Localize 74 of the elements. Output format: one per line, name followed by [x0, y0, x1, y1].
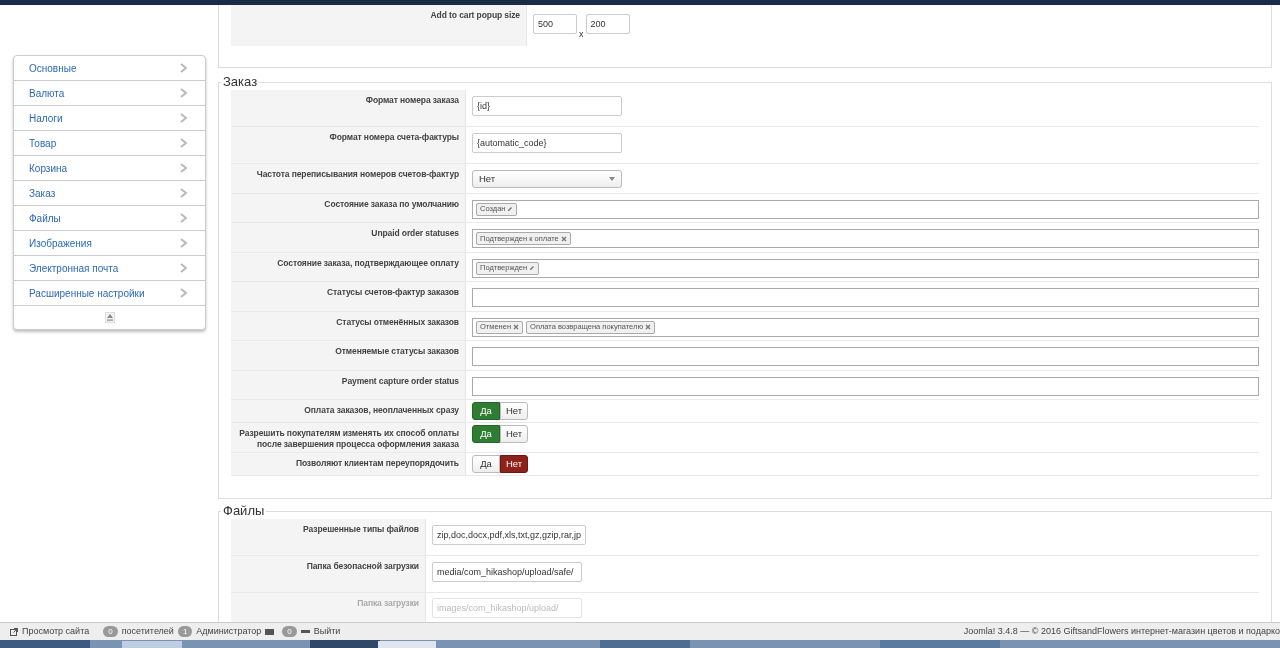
sidebar-item[interactable]: Товар	[14, 131, 205, 156]
chevron-icon	[180, 263, 187, 273]
toggle-option[interactable]: Да	[472, 402, 500, 420]
tag-field[interactable]	[472, 376, 1259, 396]
sidebar-item[interactable]: Валюта	[14, 81, 205, 106]
text-field[interactable]: {id}	[472, 96, 622, 116]
toggle-option[interactable]: Да	[472, 425, 500, 443]
dropdown[interactable]: Нет	[472, 170, 622, 188]
field-label: Статусы отменённых заказов	[336, 316, 459, 327]
mail-icon[interactable]	[265, 628, 275, 635]
chevron-icon	[180, 163, 187, 173]
external-link-icon	[10, 627, 18, 636]
text-field[interactable]: zip,doc,docx,pdf,xls,txt,gz,gzip,rar,jp	[432, 525, 587, 545]
toggle-option[interactable]: Нет	[500, 455, 528, 473]
status-text: посетителей	[121, 624, 174, 638]
count-badge: 0	[103, 626, 118, 637]
close-icon[interactable]	[560, 235, 567, 242]
field-label: Unpaid order statuses	[371, 228, 459, 238]
sidebar-item[interactable]: Основные	[14, 56, 205, 81]
logout-link[interactable]: Выйти	[313, 624, 341, 639]
field-label: Частота переписывания номеров счетов-фактур	[256, 169, 459, 179]
view-site-link[interactable]: Просмотр сайта	[22, 624, 90, 639]
chevron-icon	[180, 138, 187, 148]
field-label: Формат номера счета-фактуры	[329, 132, 459, 142]
status-text: Администратор	[196, 624, 262, 638]
field-label: Оплата заказов, неоплаченных сразу	[304, 405, 459, 415]
sidebar-item[interactable]: Налоги	[14, 106, 205, 131]
field-label: Разрешенные типы файлов	[303, 524, 419, 534]
field-label: Папка загрузки	[357, 598, 419, 608]
field-label: Папка безопасной загрузки	[306, 561, 419, 571]
count-badge: 0	[282, 626, 297, 637]
close-icon[interactable]	[645, 324, 652, 330]
sidebar-item[interactable]: Изображения	[14, 231, 205, 256]
sidebar-item[interactable]: Корзина	[14, 156, 205, 181]
chevron-icon	[180, 63, 187, 73]
chevron-icon	[180, 88, 187, 98]
chevron-icon	[180, 238, 187, 248]
pencil-icon[interactable]	[507, 206, 514, 212]
field-label: Payment capture order status	[341, 375, 459, 386]
count-badge: 1	[177, 626, 193, 637]
footer-text: Joomla! 3.4.8 — © 2016 GiftsandFlowers интернет-магазин цветов и подарко	[963, 624, 1280, 638]
sidebar-item[interactable]: Расширенные настройки	[14, 281, 205, 306]
tag-field[interactable]	[472, 288, 1259, 307]
separator-text: x	[579, 27, 584, 41]
toggle-option[interactable]: Нет	[500, 402, 528, 420]
caret-icon	[609, 177, 615, 181]
field-label: Отменяемые статусы заказов	[335, 346, 459, 356]
text-field[interactable]: {automatic_code}	[472, 133, 622, 153]
chevron-icon	[180, 213, 187, 223]
toggle-option[interactable]: Нет	[500, 425, 528, 443]
toggle-option[interactable]: Да	[472, 455, 500, 473]
sidebar-item[interactable]: Заказ	[14, 181, 205, 206]
close-icon[interactable]	[513, 324, 520, 330]
sidebar-item[interactable]: Электронная почта	[14, 256, 205, 281]
field-label: Add to cart popup size	[430, 10, 520, 20]
tag-field[interactable]	[472, 347, 1259, 366]
chevron-icon	[180, 188, 187, 198]
sidebar-item[interactable]: Файлы	[14, 206, 205, 231]
field-label: Статусы счетов-фактур заказов	[326, 287, 459, 297]
text-field[interactable]: media/com_hikashop/upload/safe/	[432, 562, 582, 582]
field-label: Формат номера заказа	[365, 95, 459, 105]
minus-icon	[300, 630, 310, 633]
text-field[interactable]: 500	[533, 14, 577, 34]
chevron-icon	[180, 113, 187, 123]
field-label: Разрешить покупателям изменять их способ оплаты после завершения процесса оформления заказа	[239, 428, 459, 449]
field-label: Состояние заказа, подтверждающее оплату	[277, 257, 459, 268]
section-title: Заказ	[222, 74, 259, 90]
pencil-icon[interactable]	[529, 265, 536, 271]
text-field[interactable]: 200	[585, 14, 630, 34]
collapse-icon[interactable]	[104, 312, 115, 323]
field-label: Состояние заказа по умолчанию	[324, 198, 459, 209]
section-title: Файлы	[222, 503, 266, 519]
field-label: Позволяют клиентам переупорядочить	[295, 458, 459, 468]
chevron-icon	[180, 288, 187, 298]
